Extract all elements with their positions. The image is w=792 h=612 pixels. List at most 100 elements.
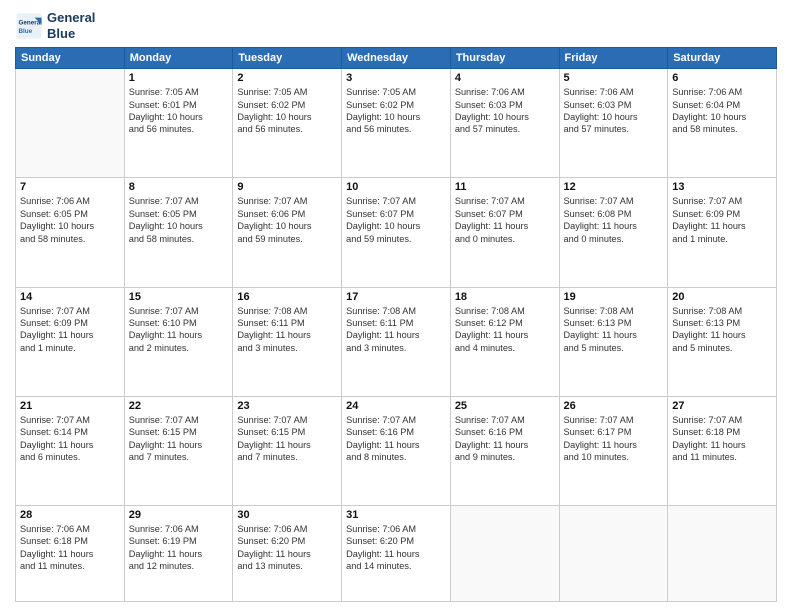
calendar-cell	[450, 506, 559, 602]
calendar-cell: 26Sunrise: 7:07 AM Sunset: 6:17 PM Dayli…	[559, 396, 668, 505]
day-info: Sunrise: 7:06 AM Sunset: 6:03 PM Dayligh…	[564, 86, 664, 136]
week-row-5: 28 Sunrise: 7:06 AM Sunset: 6:18 PM Dayli…	[16, 506, 777, 602]
day-number: 17	[346, 291, 446, 303]
calendar-cell: 21 Sunrise: 7:07 AM Sunset: 6:14 PM Dayli…	[16, 396, 125, 505]
day-info: Sunrise: 7:07 AM Sunset: 6:09 PM Dayligh…	[20, 305, 120, 355]
day-info: Sunrise: 7:07 AM Sunset: 6:07 PM Dayligh…	[346, 195, 446, 245]
calendar-cell: 31Sunrise: 7:06 AM Sunset: 6:20 PM Dayli…	[342, 506, 451, 602]
day-number: 4	[455, 72, 555, 84]
day-number: 28	[20, 509, 120, 521]
day-info: Sunrise: 7:07 AM Sunset: 6:16 PM Dayligh…	[455, 414, 555, 464]
calendar-cell: 27 Sunrise: 7:07 AM Sunset: 6:18 PM Dayli…	[668, 396, 777, 505]
calendar-cell: 2 Sunrise: 7:05 AM Sunset: 6:02 PM Daylig…	[233, 69, 342, 178]
calendar-cell: 25Sunrise: 7:07 AM Sunset: 6:16 PM Dayli…	[450, 396, 559, 505]
day-info: Sunrise: 7:07 AM Sunset: 6:15 PM Dayligh…	[237, 414, 337, 464]
day-number: 29	[129, 509, 229, 521]
calendar-cell: 3 Sunrise: 7:05 AM Sunset: 6:02 PM Daylig…	[342, 69, 451, 178]
calendar-cell: 1 Sunrise: 7:05 AM Sunset: 6:01 PM Daylig…	[124, 69, 233, 178]
day-info: Sunrise: 7:07 AM Sunset: 6:18 PM Dayligh…	[672, 414, 772, 464]
calendar-cell: 20 Sunrise: 7:08 AM Sunset: 6:13 PM Dayli…	[668, 287, 777, 396]
calendar-cell: 28 Sunrise: 7:06 AM Sunset: 6:18 PM Dayli…	[16, 506, 125, 602]
day-info: Sunrise: 7:06 AM Sunset: 6:18 PM Dayligh…	[20, 523, 120, 573]
day-header-saturday: Saturday	[668, 48, 777, 69]
week-row-4: 21 Sunrise: 7:07 AM Sunset: 6:14 PM Dayli…	[16, 396, 777, 505]
day-info: Sunrise: 7:07 AM Sunset: 6:07 PM Dayligh…	[455, 195, 555, 245]
calendar-cell: 11 Sunrise: 7:07 AM Sunset: 6:07 PM Dayli…	[450, 178, 559, 287]
day-info: Sunrise: 7:05 AM Sunset: 6:02 PM Dayligh…	[237, 86, 337, 136]
calendar-cell: 30 Sunrise: 7:06 AM Sunset: 6:20 PM Dayli…	[233, 506, 342, 602]
calendar-cell: 22 Sunrise: 7:07 AM Sunset: 6:15 PM Dayli…	[124, 396, 233, 505]
day-info: Sunrise: 7:07 AM Sunset: 6:15 PM Dayligh…	[129, 414, 229, 464]
logo-icon: General Blue	[15, 12, 43, 40]
day-number: 23	[237, 400, 337, 412]
logo-text2: Blue	[47, 26, 95, 42]
calendar-cell: 17 Sunrise: 7:08 AM Sunset: 6:11 PM Dayli…	[342, 287, 451, 396]
day-number: 16	[237, 291, 337, 303]
day-info: Sunrise: 7:07 AM Sunset: 6:14 PM Dayligh…	[20, 414, 120, 464]
day-number: 19	[564, 291, 664, 303]
day-info: Sunrise: 7:07 AM Sunset: 6:16 PM Dayligh…	[346, 414, 446, 464]
day-number: 13	[672, 181, 772, 193]
day-info: Sunrise: 7:08 AM Sunset: 6:11 PM Dayligh…	[346, 305, 446, 355]
day-header-monday: Monday	[124, 48, 233, 69]
calendar-cell: 4 Sunrise: 7:06 AM Sunset: 6:03 PM Daylig…	[450, 69, 559, 178]
calendar-table: SundayMondayTuesdayWednesdayThursdayFrid…	[15, 47, 777, 602]
day-number: 20	[672, 291, 772, 303]
day-info: Sunrise: 7:07 AM Sunset: 6:10 PM Dayligh…	[129, 305, 229, 355]
day-info: Sunrise: 7:06 AM Sunset: 6:19 PM Dayligh…	[129, 523, 229, 573]
logo-text: General	[47, 10, 95, 26]
day-number: 11	[455, 181, 555, 193]
day-info: Sunrise: 7:07 AM Sunset: 6:05 PM Dayligh…	[129, 195, 229, 245]
calendar-cell: 8 Sunrise: 7:07 AM Sunset: 6:05 PM Daylig…	[124, 178, 233, 287]
header-row: SundayMondayTuesdayWednesdayThursdayFrid…	[16, 48, 777, 69]
day-number: 30	[237, 509, 337, 521]
calendar-cell: 13 Sunrise: 7:07 AM Sunset: 6:09 PM Dayli…	[668, 178, 777, 287]
day-number: 22	[129, 400, 229, 412]
page: General Blue General Blue SundayMondayTu…	[0, 0, 792, 612]
calendar-cell: 23 Sunrise: 7:07 AM Sunset: 6:15 PM Dayli…	[233, 396, 342, 505]
calendar-cell	[559, 506, 668, 602]
day-number: 1	[129, 72, 229, 84]
calendar-cell: 14 Sunrise: 7:07 AM Sunset: 6:09 PM Dayli…	[16, 287, 125, 396]
day-number: 27	[672, 400, 772, 412]
day-info: Sunrise: 7:06 AM Sunset: 6:20 PM Dayligh…	[237, 523, 337, 573]
calendar-cell: 10Sunrise: 7:07 AM Sunset: 6:07 PM Dayli…	[342, 178, 451, 287]
day-info: Sunrise: 7:06 AM Sunset: 6:03 PM Dayligh…	[455, 86, 555, 136]
day-info: Sunrise: 7:07 AM Sunset: 6:08 PM Dayligh…	[564, 195, 664, 245]
day-info: Sunrise: 7:07 AM Sunset: 6:17 PM Dayligh…	[564, 414, 664, 464]
day-number: 12	[564, 181, 664, 193]
header: General Blue General Blue	[15, 10, 777, 41]
day-info: Sunrise: 7:06 AM Sunset: 6:04 PM Dayligh…	[672, 86, 772, 136]
day-info: Sunrise: 7:08 AM Sunset: 6:12 PM Dayligh…	[455, 305, 555, 355]
day-info: Sunrise: 7:05 AM Sunset: 6:01 PM Dayligh…	[129, 86, 229, 136]
day-number: 21	[20, 400, 120, 412]
day-number: 8	[129, 181, 229, 193]
day-number: 2	[237, 72, 337, 84]
day-info: Sunrise: 7:05 AM Sunset: 6:02 PM Dayligh…	[346, 86, 446, 136]
day-info: Sunrise: 7:08 AM Sunset: 6:13 PM Dayligh…	[672, 305, 772, 355]
day-info: Sunrise: 7:06 AM Sunset: 6:05 PM Dayligh…	[20, 195, 120, 245]
day-number: 7	[20, 181, 120, 193]
calendar-cell	[16, 69, 125, 178]
day-number: 3	[346, 72, 446, 84]
day-header-friday: Friday	[559, 48, 668, 69]
day-info: Sunrise: 7:08 AM Sunset: 6:11 PM Dayligh…	[237, 305, 337, 355]
day-header-tuesday: Tuesday	[233, 48, 342, 69]
calendar-cell: 24Sunrise: 7:07 AM Sunset: 6:16 PM Dayli…	[342, 396, 451, 505]
week-row-3: 14 Sunrise: 7:07 AM Sunset: 6:09 PM Dayli…	[16, 287, 777, 396]
day-info: Sunrise: 7:07 AM Sunset: 6:06 PM Dayligh…	[237, 195, 337, 245]
day-header-sunday: Sunday	[16, 48, 125, 69]
day-number: 14	[20, 291, 120, 303]
svg-text:Blue: Blue	[19, 28, 33, 35]
day-number: 6	[672, 72, 772, 84]
calendar-cell: 29 Sunrise: 7:06 AM Sunset: 6:19 PM Dayli…	[124, 506, 233, 602]
calendar-cell: 15Sunrise: 7:07 AM Sunset: 6:10 PM Dayli…	[124, 287, 233, 396]
calendar-cell: 7 Sunrise: 7:06 AM Sunset: 6:05 PM Daylig…	[16, 178, 125, 287]
day-header-thursday: Thursday	[450, 48, 559, 69]
calendar-cell: 9Sunrise: 7:07 AM Sunset: 6:06 PM Daylig…	[233, 178, 342, 287]
calendar-cell: 16 Sunrise: 7:08 AM Sunset: 6:11 PM Dayli…	[233, 287, 342, 396]
week-row-2: 7 Sunrise: 7:06 AM Sunset: 6:05 PM Daylig…	[16, 178, 777, 287]
day-info: Sunrise: 7:07 AM Sunset: 6:09 PM Dayligh…	[672, 195, 772, 245]
day-number: 5	[564, 72, 664, 84]
calendar-cell	[668, 506, 777, 602]
